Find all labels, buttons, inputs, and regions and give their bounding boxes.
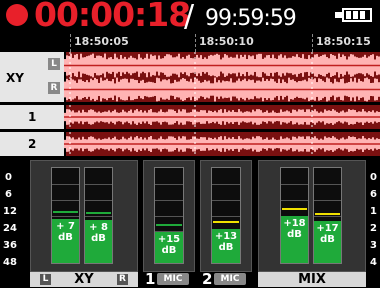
timeline-tick: 18:50:05 xyxy=(70,34,190,52)
meter-fill: +15 dB xyxy=(155,231,183,263)
meter-scale-tick xyxy=(52,199,79,201)
footer-xy[interactable]: L XY R xyxy=(30,272,138,287)
level-meter-xy-left: + 7 dB xyxy=(51,167,80,264)
waveform-xy xyxy=(64,52,380,102)
meter-scale-tick xyxy=(314,199,341,201)
channel-number: 2 xyxy=(202,270,213,288)
gain-unit: dB xyxy=(161,244,177,256)
scale-label: 36 xyxy=(3,240,17,251)
gain-value: +13 xyxy=(214,230,238,242)
level-meter-mix-left: +18 dB xyxy=(280,167,309,264)
gain-value: + 7 xyxy=(56,221,75,233)
track-label-bg: 1 xyxy=(0,105,64,129)
meter-fill: + 7 dB xyxy=(52,219,79,263)
peak-hold-marker xyxy=(53,211,78,214)
meter-group-mix[interactable] xyxy=(258,160,366,272)
right-channel-badge: R xyxy=(48,82,60,94)
peak-hold-marker xyxy=(213,220,239,223)
track-label-bg: 2 xyxy=(0,132,64,156)
mic-badge[interactable]: MIC xyxy=(157,273,189,285)
scale-label: 4 xyxy=(370,257,377,268)
peak-hold-marker xyxy=(315,213,340,216)
scale-label: 2 xyxy=(370,223,377,234)
channel-number: 1 xyxy=(145,270,156,288)
gain-unit: dB xyxy=(91,233,106,245)
meter-fill: + 8 dB xyxy=(85,220,112,263)
meter-scale-tick xyxy=(155,199,183,201)
gain-value: +18 xyxy=(283,218,306,230)
gain-value: +17 xyxy=(316,223,339,235)
scale-label: 6 xyxy=(5,189,12,200)
track-2[interactable]: 2 xyxy=(0,132,380,156)
waveform-2 xyxy=(64,132,380,156)
peak-hold-marker xyxy=(86,212,111,215)
gain-value: + 8 xyxy=(89,222,108,234)
meter-scale-tick xyxy=(85,183,112,185)
mic-badge[interactable]: MIC xyxy=(214,273,246,285)
track-name: 2 xyxy=(28,137,37,151)
peak-hold-marker xyxy=(282,208,307,211)
meter-scale-tick xyxy=(52,183,79,185)
scale-label: 48 xyxy=(3,257,17,268)
level-meter-xy-right: + 8 dB xyxy=(84,167,113,264)
timeline-tick: 18:50:10 xyxy=(195,34,305,52)
meter-scale-tick xyxy=(281,183,308,185)
level-meter-mix-right: +17 dB xyxy=(313,167,342,264)
peak-hold-marker xyxy=(156,223,182,226)
scale-label: 0 xyxy=(5,172,12,183)
meter-scale-tick xyxy=(85,199,112,201)
track-name: XY xyxy=(6,71,24,85)
gain-unit: dB xyxy=(287,229,302,241)
remaining-time: 99:59:59 xyxy=(205,6,297,31)
meter-scale-tick xyxy=(85,215,112,217)
gain-value: +15 xyxy=(157,233,181,245)
scale-label: 24 xyxy=(3,223,17,234)
meter-fill: +13 dB xyxy=(212,228,240,263)
track-1-label-area: 1 xyxy=(0,105,66,129)
meter-scale-tick xyxy=(155,215,183,217)
footer-mix[interactable]: MIX xyxy=(258,272,366,287)
level-meter-ch1: +15 dB xyxy=(154,167,184,264)
level-meter-ch2: +13 dB xyxy=(211,167,241,264)
gain-unit: dB xyxy=(218,241,234,253)
meter-scale-tick xyxy=(314,215,341,217)
meter-scale-tick xyxy=(155,183,183,185)
meter-scale-tick xyxy=(212,215,240,217)
meter-scale-tick xyxy=(52,215,79,217)
track-xy[interactable]: XY L R xyxy=(0,52,380,102)
footer-label: MIX xyxy=(298,272,326,287)
battery-icon xyxy=(342,8,372,22)
meter-scale-tick xyxy=(212,183,240,185)
scale-label: 6 xyxy=(370,189,377,200)
meter-fill: +18 dB xyxy=(281,216,308,263)
record-indicator-icon xyxy=(6,4,28,26)
scale-label: 3 xyxy=(370,240,377,251)
track-name: 1 xyxy=(28,110,37,124)
timeline-tick: 18:50:15 xyxy=(312,34,380,52)
track-1[interactable]: 1 xyxy=(0,105,380,129)
left-channel-badge: L xyxy=(48,58,60,70)
timeline-ruler: 18:50:05 18:50:10 18:50:15 xyxy=(0,34,380,52)
elapsed-time: 00:00:18 xyxy=(34,0,191,34)
meter-scale-tick xyxy=(314,183,341,185)
waveform-1 xyxy=(64,105,380,129)
time-separator: / xyxy=(184,0,195,34)
scale-label: 0 xyxy=(370,172,377,183)
meter-scale-tick xyxy=(281,199,308,201)
track-2-label-area: 2 xyxy=(0,132,66,156)
battery-tip xyxy=(335,12,342,18)
scale-label: 1 xyxy=(370,206,377,217)
meter-fill: +17 dB xyxy=(314,221,341,263)
scale-label: 12 xyxy=(3,206,17,217)
right-channel-badge: R xyxy=(117,274,128,285)
gain-unit: dB xyxy=(58,232,73,244)
meter-scale-tick xyxy=(212,199,240,201)
gain-unit: dB xyxy=(320,234,335,246)
track-xy-label-area: XY L R xyxy=(0,52,66,102)
